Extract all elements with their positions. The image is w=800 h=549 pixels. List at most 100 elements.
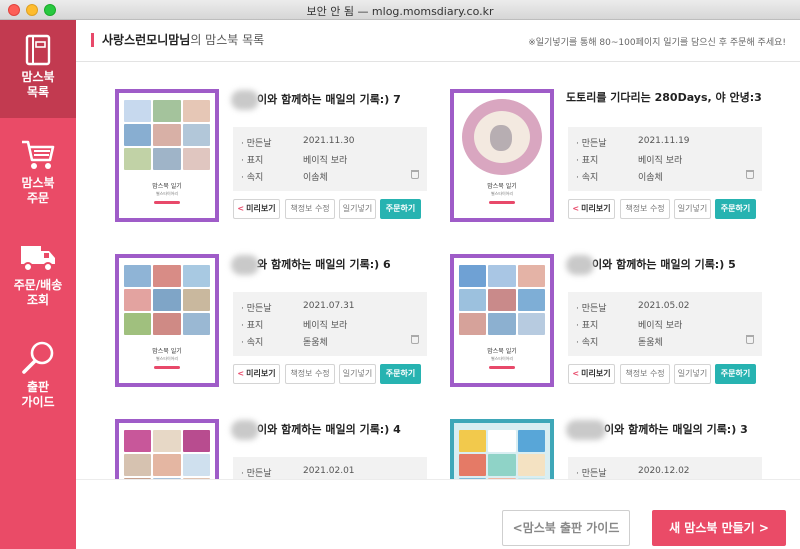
blurred-name [231, 420, 259, 440]
sidebar-item-label: 가이드 [21, 395, 55, 409]
sidebar-item-label: 목록 [26, 85, 50, 99]
order-button[interactable]: 주문하기 [715, 364, 756, 384]
book-cover[interactable]: 맘스북 일기 별스타이어리 [450, 89, 554, 222]
cover-value: 베이직 보라 [638, 321, 683, 331]
trash-icon[interactable] [746, 170, 754, 179]
cover-title: 맘스북 일기 [487, 183, 517, 190]
trash-icon[interactable] [746, 335, 754, 344]
book-cover[interactable]: 맘스북 일기 별스타이어리 [450, 254, 554, 387]
owner-name: 사랑스런모니맘님 [102, 33, 191, 47]
made-date-label: · 만든날 [241, 139, 272, 149]
preview-button[interactable]: < 미리보기 [568, 364, 615, 384]
order-button[interactable]: 주문하기 [715, 199, 756, 219]
trash-icon[interactable] [411, 170, 419, 179]
sidebar-item-book-order[interactable]: 맘스북 주문 [0, 130, 76, 218]
sidebar-item-publish-guide[interactable]: 출판 가이드 [0, 336, 76, 428]
cover-logo [154, 366, 180, 369]
cover-value: 베이직 보라 [303, 321, 348, 331]
book-actions: < 미리보기 책정보 수정 일기넣기 주문하기 [568, 364, 762, 384]
order-button[interactable]: 주문하기 [380, 199, 421, 219]
footer: <맘스북 출판 가이드 새 맘스북 만들기 > [76, 479, 800, 549]
book-title[interactable]: 이와 함께하는 매일의 기록:) 4 [231, 420, 435, 440]
preview-button[interactable]: < 미리보기 [233, 364, 280, 384]
book-info: · 만든날 2021.05.02 · 표지 베이직 보라 · 속지 돋움체 [568, 292, 762, 356]
order-button[interactable]: 주문하기 [380, 364, 421, 384]
blurred-name [566, 420, 606, 440]
sidebar-item-label: 맘스북 [21, 70, 55, 84]
trash-icon[interactable] [411, 335, 419, 344]
made-date-label: · 만든날 [576, 304, 607, 314]
cover-label: · 표지 [576, 156, 599, 166]
add-diary-button[interactable]: 일기넣기 [339, 199, 376, 219]
cover-subtitle: 별스타이어리 [490, 191, 514, 196]
cover-value: 베이직 보라 [303, 156, 348, 166]
book-title[interactable]: 이와 함께하는 매일의 기록:) 7 [231, 90, 435, 110]
cover-label: · 표지 [576, 321, 599, 331]
book-actions: < 미리보기 책정보 수정 일기넣기 주문하기 [233, 199, 427, 219]
add-diary-button[interactable]: 일기넣기 [339, 364, 376, 384]
book-card: 맘스북 일기 별스타이어리 도토리를 기다리는 280Days, 야 안녕:3 … [450, 89, 770, 239]
book-actions: < 미리보기 책정보 수정 일기넣기 주문하기 [568, 199, 762, 219]
page-title-suffix: 의 맘스북 목록 [190, 33, 265, 47]
inner-value: 이솜체 [303, 173, 328, 183]
add-diary-button[interactable]: 일기넣기 [674, 364, 711, 384]
inner-label: · 속지 [241, 173, 264, 183]
book-title[interactable]: 와 함께하는 매일의 기록:) 6 [231, 255, 435, 275]
sidebar-item-label: 출판 [26, 380, 50, 394]
book-title[interactable]: 도토리를 기다리는 280Days, 야 안녕:3 [566, 90, 770, 106]
sidebar-item-label: 조회 [26, 293, 50, 307]
edit-info-button[interactable]: 책정보 수정 [285, 364, 335, 384]
book-title[interactable]: 이와 함께하는 매일의 기록:) 3 [566, 420, 770, 440]
inner-label: · 속지 [576, 173, 599, 183]
cover-logo [489, 201, 515, 204]
order-note: ※일기넣기를 통해 80~100페이지 일기를 담으신 후 주문해 주세요! [528, 38, 786, 48]
cover-subtitle: 별스타이어리 [490, 356, 514, 361]
header-accent-bar [91, 33, 94, 47]
truck-icon [21, 246, 55, 272]
blurred-name [566, 255, 594, 275]
book-info: · 만든날 2021.02.01 [233, 457, 427, 479]
app-window: 보안 안 됨 — mlog.momsdiary.co.kr 맘스북 목록 맘스북… [0, 0, 800, 549]
cover-label: · 표지 [241, 156, 264, 166]
edit-info-button[interactable]: 책정보 수정 [620, 364, 670, 384]
made-date-label: · 만든날 [241, 469, 272, 479]
book-card: 맘스북 일기 별스타이어리 이와 함께하는 매일의 기록:) 7 · 만든날 20… [115, 89, 435, 239]
sidebar-item-label: 주문 [26, 191, 50, 205]
made-date-label: · 만든날 [576, 469, 607, 479]
made-date-value: 2020.12.02 [638, 466, 690, 476]
chevron-right-icon: > [754, 521, 769, 535]
edit-info-button[interactable]: 책정보 수정 [285, 199, 335, 219]
book-icon [25, 34, 51, 66]
sidebar-item-order-tracking[interactable]: 주문/배송 조회 [0, 232, 76, 324]
inner-label: · 속지 [576, 338, 599, 348]
book-cover[interactable] [450, 419, 554, 479]
cover-label: · 표지 [241, 321, 264, 331]
publish-guide-button[interactable]: <맘스북 출판 가이드 [502, 510, 630, 546]
content-header: 사랑스런모니맘님의 맘스북 목록 ※일기넣기를 통해 80~100페이지 일기를… [76, 20, 800, 62]
made-date-value: 2021.02.01 [303, 466, 355, 476]
preview-button[interactable]: < 미리보기 [568, 199, 615, 219]
sidebar-item-book-list[interactable]: 맘스북 목록 [0, 20, 76, 118]
inner-label: · 속지 [241, 338, 264, 348]
preview-button[interactable]: < 미리보기 [233, 199, 280, 219]
edit-info-button[interactable]: 책정보 수정 [620, 199, 670, 219]
magnifier-icon [22, 341, 54, 374]
sidebar-item-label: 맘스북 [21, 176, 55, 190]
book-list[interactable]: 맘스북 일기 별스타이어리 이와 함께하는 매일의 기록:) 7 · 만든날 20… [76, 63, 800, 479]
blurred-name [231, 90, 259, 110]
new-book-button[interactable]: 새 맘스북 만들기 > [652, 510, 786, 546]
sidebar-item-label: 주문/배송 [13, 278, 63, 292]
book-title[interactable]: 이와 함께하는 매일의 기록:) 5 [566, 255, 770, 275]
book-cover[interactable]: 맘스북 일기 별스타이어리 [115, 89, 219, 222]
book-info: · 만든날 2021.07.31 · 표지 베이직 보라 · 속지 돋움체 [233, 292, 427, 356]
book-cover[interactable] [115, 419, 219, 479]
add-diary-button[interactable]: 일기넣기 [674, 199, 711, 219]
cover-subtitle: 별스타이어리 [155, 191, 179, 196]
title-bar: 보안 안 됨 — mlog.momsdiary.co.kr [0, 0, 800, 20]
made-date-value: 2021.11.30 [303, 136, 355, 146]
inner-value: 이솜체 [638, 173, 663, 183]
cover-logo [489, 366, 515, 369]
cover-subtitle: 별스타이어리 [155, 356, 179, 361]
book-cover[interactable]: 맘스북 일기 별스타이어리 [115, 254, 219, 387]
cart-icon [22, 140, 55, 169]
